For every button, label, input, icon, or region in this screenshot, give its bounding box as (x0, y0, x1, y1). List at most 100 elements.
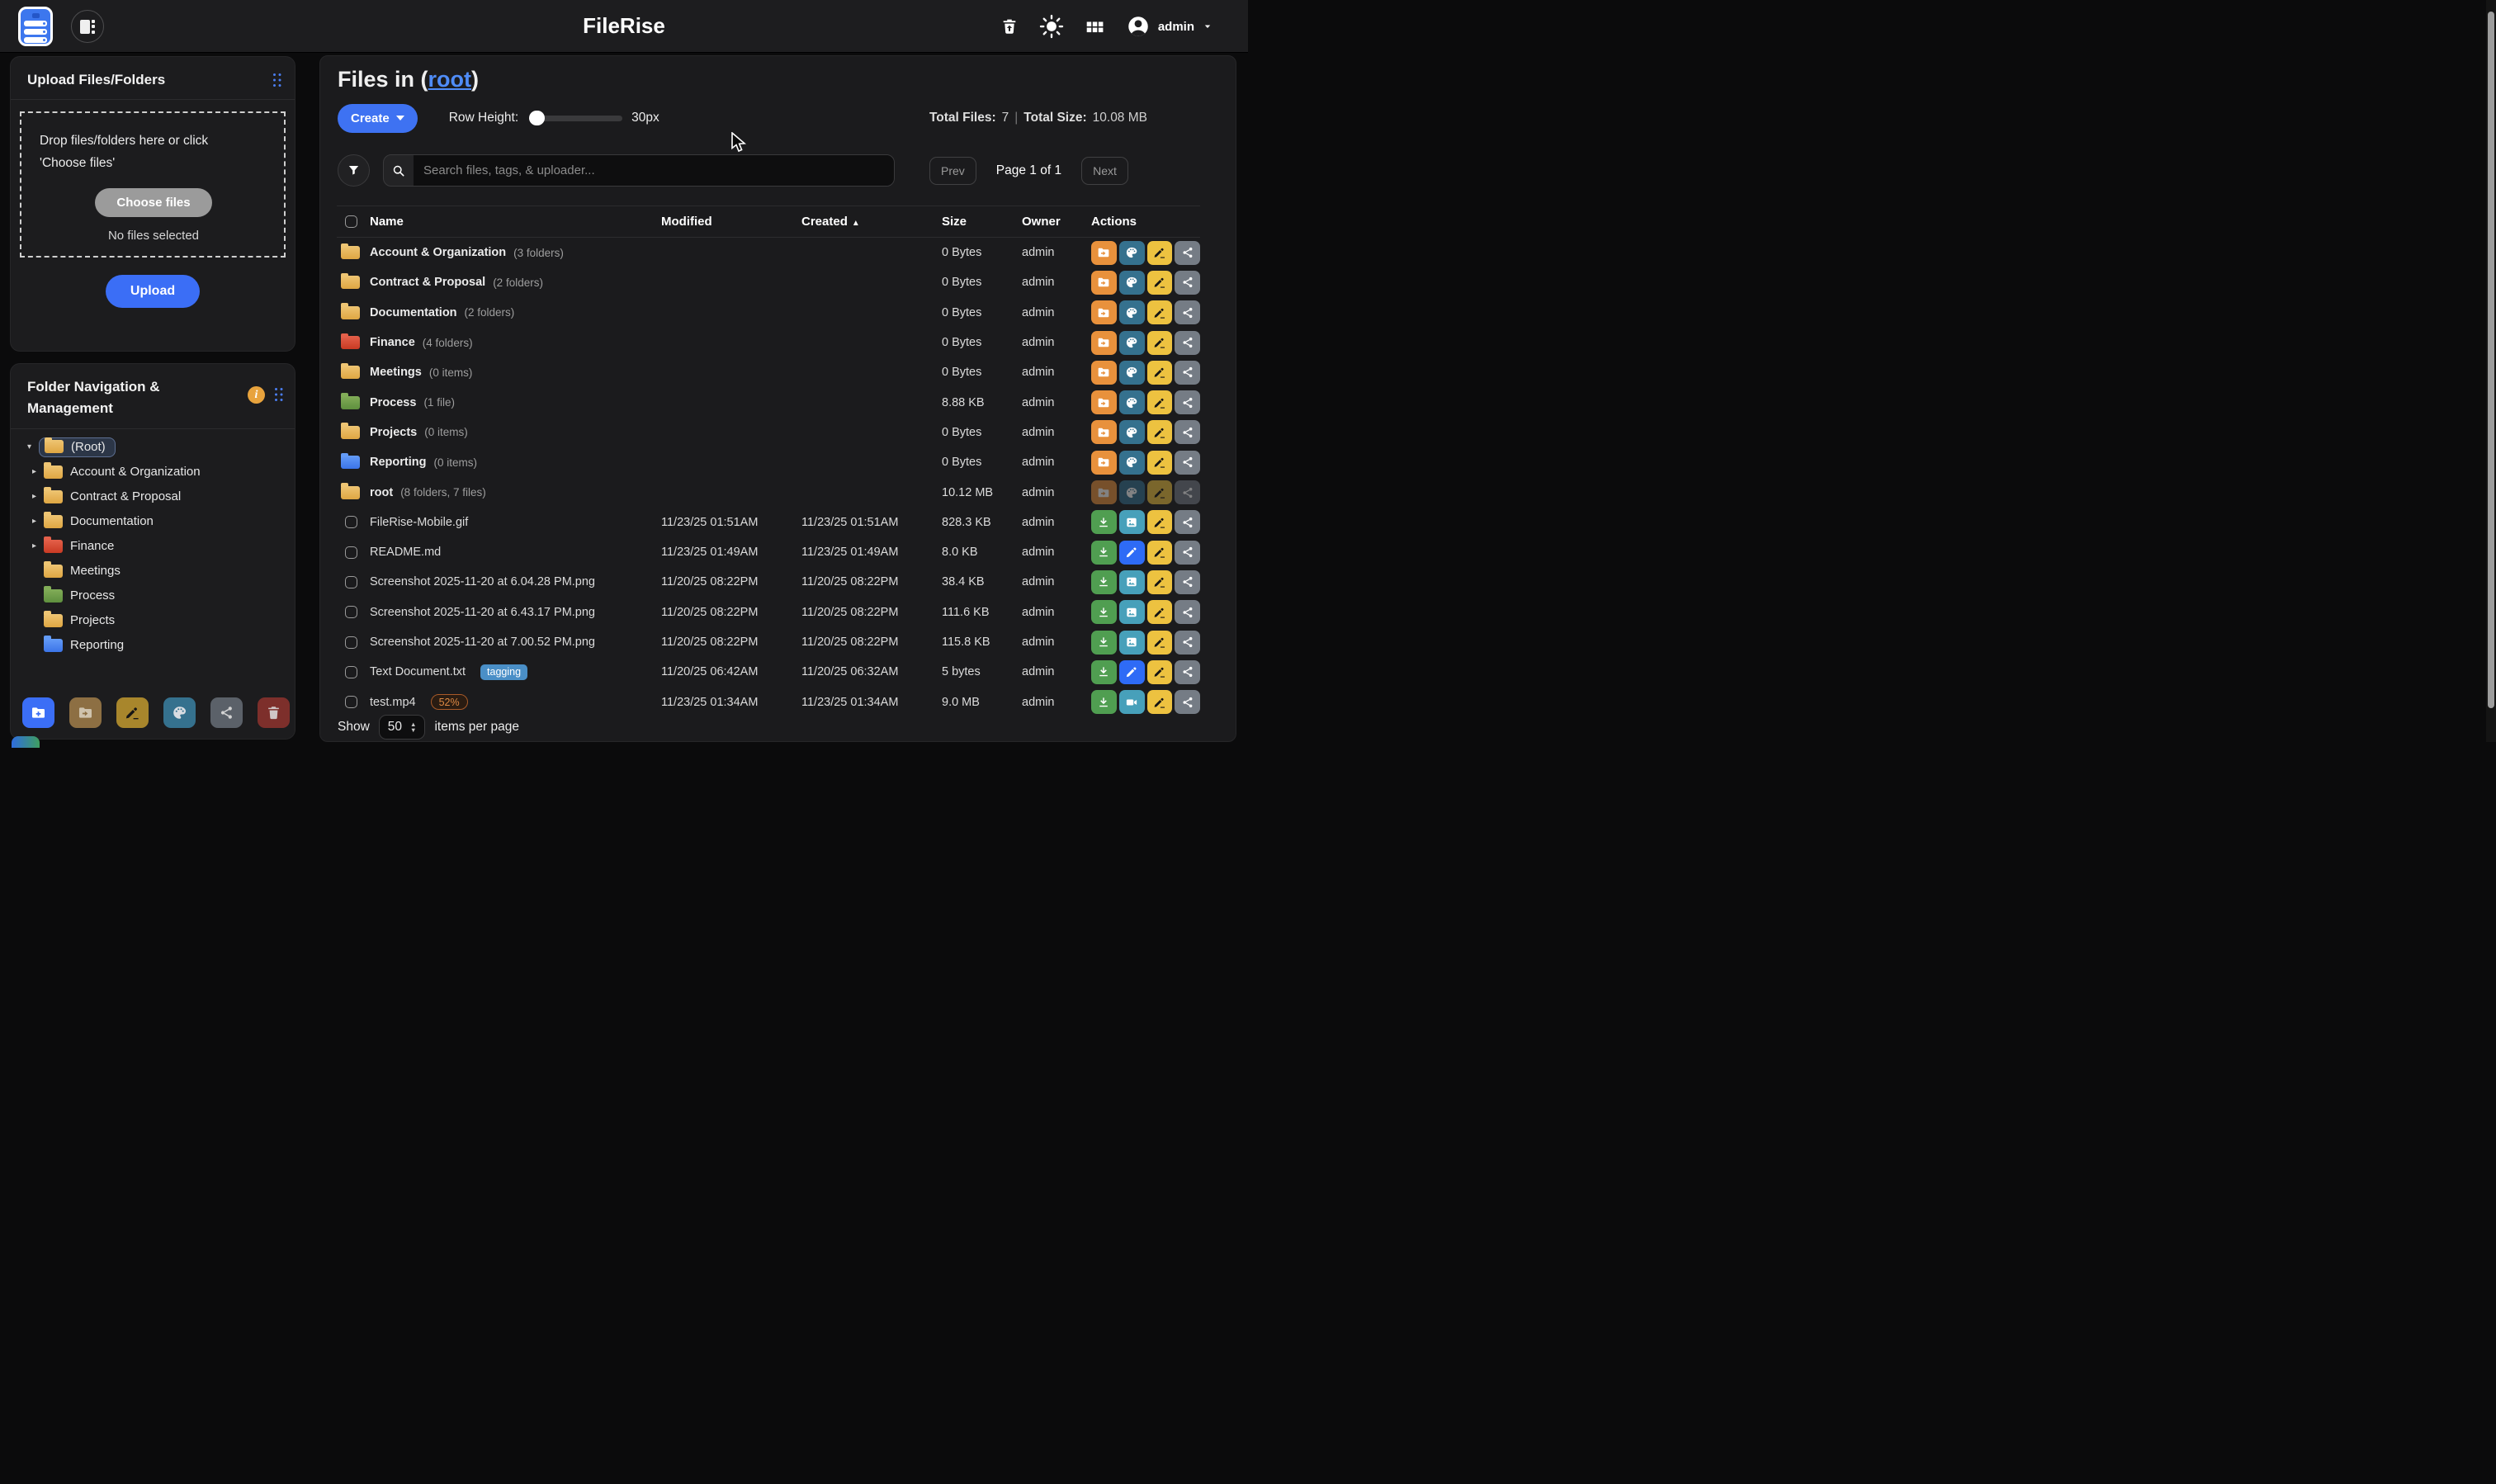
action-button-1[interactable] (1091, 271, 1117, 295)
action-button-1[interactable] (1091, 510, 1117, 534)
action-button-3[interactable] (1147, 480, 1173, 504)
rename-folder-button[interactable] (116, 697, 149, 728)
action-button-3[interactable] (1147, 331, 1173, 355)
table-row[interactable]: Reporting (0 items) 0 Bytes admin (337, 447, 1200, 477)
upload-button[interactable]: Upload (106, 275, 200, 308)
create-folder-button[interactable] (22, 697, 54, 728)
row-name[interactable]: Documentation (370, 306, 457, 319)
action-button-2[interactable] (1119, 480, 1145, 504)
table-row[interactable]: Finance (4 folders) 0 Bytes admin (337, 328, 1200, 357)
row-name[interactable]: Account & Organization (370, 246, 506, 259)
action-button-3[interactable] (1147, 570, 1173, 594)
create-button[interactable]: Create (338, 104, 418, 133)
delete-folder-button[interactable] (258, 697, 290, 728)
table-row[interactable]: Account & Organization (3 folders) 0 Byt… (337, 238, 1200, 267)
row-name[interactable]: test.mp4 (370, 696, 416, 709)
action-button-1[interactable] (1091, 300, 1117, 324)
search-input[interactable] (414, 155, 894, 186)
row-checkbox[interactable] (345, 606, 357, 618)
action-button-3[interactable] (1147, 541, 1173, 565)
action-button-1[interactable] (1091, 631, 1117, 655)
action-button-1[interactable] (1091, 600, 1117, 624)
row-checkbox[interactable] (345, 576, 357, 588)
row-height-slider[interactable] (529, 116, 622, 121)
action-button-4[interactable] (1175, 451, 1200, 475)
scrollbar-thumb[interactable] (2488, 12, 2494, 708)
row-name[interactable]: Text Document.txt (370, 665, 466, 678)
action-button-3[interactable] (1147, 660, 1173, 684)
folder-tree-item[interactable]: Reporting (11, 633, 295, 658)
table-row[interactable]: root (8 folders, 7 files) 10.12 MB admin (337, 477, 1200, 507)
action-button-2[interactable] (1119, 271, 1145, 295)
action-button-2[interactable] (1119, 300, 1145, 324)
folder-tree-item[interactable]: ▸ Contract & Proposal (11, 484, 295, 509)
action-button-4[interactable] (1175, 271, 1200, 295)
apps-grid-icon[interactable] (1085, 17, 1105, 37)
action-button-3[interactable] (1147, 631, 1173, 655)
action-button-3[interactable] (1147, 510, 1173, 534)
header-owner[interactable]: Owner (1022, 215, 1091, 229)
action-button-1[interactable] (1091, 420, 1117, 444)
folder-tree-item[interactable]: ▸ Finance (11, 534, 295, 559)
header-created[interactable]: Created▲ (801, 215, 942, 229)
action-button-2[interactable] (1119, 541, 1145, 565)
scrollbar-track[interactable] (2486, 0, 2496, 742)
row-name[interactable]: Projects (370, 426, 417, 439)
action-button-1[interactable] (1091, 361, 1117, 385)
action-button-2[interactable] (1119, 420, 1145, 444)
row-checkbox[interactable] (345, 546, 357, 559)
table-row[interactable]: test.mp4 52% 11/23/25 01:34AM 11/23/25 0… (337, 687, 1200, 716)
action-button-1[interactable] (1091, 390, 1117, 414)
action-button-4[interactable] (1175, 660, 1200, 684)
action-button-2[interactable] (1119, 361, 1145, 385)
action-button-4[interactable] (1175, 420, 1200, 444)
table-row[interactable]: Text Document.txt tagging 11/20/25 06:42… (337, 657, 1200, 687)
row-name[interactable]: Finance (370, 336, 415, 349)
table-row[interactable]: Screenshot 2025-11-20 at 6.43.17 PM.png … (337, 598, 1200, 627)
tree-caret-icon[interactable]: ▸ (32, 492, 44, 501)
tree-caret-icon[interactable]: ▾ (27, 442, 39, 451)
action-button-2[interactable] (1119, 510, 1145, 534)
row-name[interactable]: Screenshot 2025-11-20 at 6.04.28 PM.png (370, 575, 595, 588)
next-page-button[interactable]: Next (1081, 157, 1128, 185)
action-button-3[interactable] (1147, 451, 1173, 475)
action-button-3[interactable] (1147, 361, 1173, 385)
action-button-3[interactable] (1147, 600, 1173, 624)
action-button-3[interactable] (1147, 300, 1173, 324)
folder-tree-item[interactable]: Projects (11, 608, 295, 633)
action-button-2[interactable] (1119, 390, 1145, 414)
action-button-3[interactable] (1147, 390, 1173, 414)
table-row[interactable]: Contract & Proposal (2 folders) 0 Bytes … (337, 267, 1200, 297)
action-button-4[interactable] (1175, 510, 1200, 534)
action-button-4[interactable] (1175, 361, 1200, 385)
action-button-4[interactable] (1175, 390, 1200, 414)
folder-tree-item[interactable]: Process (11, 584, 295, 608)
table-row[interactable]: README.md 11/23/25 01:49AM 11/23/25 01:4… (337, 537, 1200, 567)
action-button-4[interactable] (1175, 541, 1200, 565)
action-button-4[interactable] (1175, 631, 1200, 655)
drag-handle-icon[interactable] (273, 73, 281, 87)
row-name[interactable]: Screenshot 2025-11-20 at 7.00.52 PM.png (370, 636, 595, 649)
action-button-4[interactable] (1175, 480, 1200, 504)
action-button-4[interactable] (1175, 300, 1200, 324)
action-button-2[interactable] (1119, 241, 1145, 265)
row-checkbox[interactable] (345, 516, 357, 528)
items-per-page-select[interactable]: 50 ▲▼ (379, 715, 426, 740)
action-button-2[interactable] (1119, 600, 1145, 624)
action-button-1[interactable] (1091, 331, 1117, 355)
action-button-2[interactable] (1119, 570, 1145, 594)
slider-knob[interactable] (529, 111, 545, 125)
table-row[interactable]: Screenshot 2025-11-20 at 6.04.28 PM.png … (337, 567, 1200, 597)
action-button-4[interactable] (1175, 570, 1200, 594)
row-name[interactable]: root (370, 486, 393, 499)
action-button-2[interactable] (1119, 690, 1145, 714)
tree-caret-icon[interactable]: ▸ (32, 541, 44, 551)
table-row[interactable]: Documentation (2 folders) 0 Bytes admin (337, 298, 1200, 328)
user-menu[interactable]: admin (1126, 14, 1213, 39)
action-button-4[interactable] (1175, 241, 1200, 265)
table-row[interactable]: FileRise-Mobile.gif 11/23/25 01:51AM 11/… (337, 508, 1200, 537)
row-name[interactable]: README.md (370, 546, 441, 559)
header-name[interactable]: Name (370, 215, 661, 229)
action-button-1[interactable] (1091, 241, 1117, 265)
action-button-3[interactable] (1147, 241, 1173, 265)
